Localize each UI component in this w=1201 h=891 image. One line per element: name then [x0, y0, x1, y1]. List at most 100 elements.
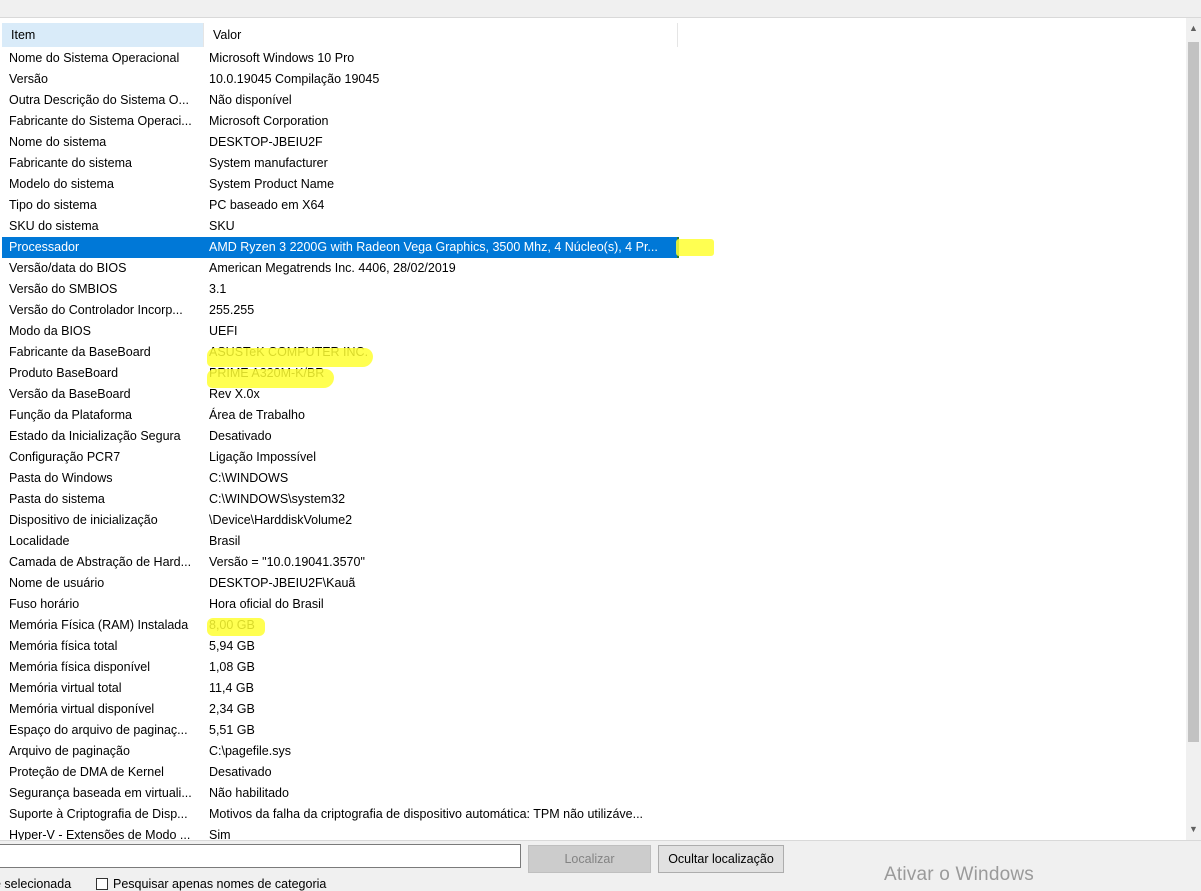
row-value-cell: C:\WINDOWS	[209, 471, 289, 485]
column-header-valor[interactable]: Valor	[203, 23, 678, 47]
row-item-cell: Localidade	[9, 534, 70, 548]
table-row[interactable]: Modo da BIOS UEFI	[2, 321, 678, 342]
row-item-cell: Memória virtual total	[9, 681, 122, 695]
row-value-cell: Rev X.0x	[209, 387, 260, 401]
table-row[interactable]: Estado da Inicialização Segura Desativado	[2, 426, 678, 447]
row-value-cell: PRIME A320M-K/BR	[209, 366, 325, 380]
row-item-cell: Memória física total	[9, 639, 118, 653]
table-row[interactable]: Suporte à Criptografia de Disp... Motivos…	[2, 804, 678, 825]
vertical-scrollbar[interactable]: ▲ ▼	[1186, 18, 1201, 840]
table-row[interactable]: Dispositivo de inicialização \Device\Hard…	[2, 510, 678, 531]
row-item-cell: Suporte à Criptografia de Disp...	[9, 807, 188, 821]
table-row[interactable]: Versão 10.0.19045 Compilação 19045	[2, 69, 678, 90]
row-item-cell: Pasta do sistema	[9, 492, 105, 506]
row-item-cell: Versão	[9, 72, 48, 86]
table-row[interactable]: Fabricante da BaseBoard ASUSTeK COMPUTER …	[2, 342, 678, 363]
row-item-cell: Nome do Sistema Operacional	[9, 51, 180, 65]
row-value-cell: System manufacturer	[209, 156, 328, 170]
table-row[interactable]: Hyper-V - Extensões de Modo ... Sim	[2, 825, 678, 841]
row-value-cell: C:\pagefile.sys	[209, 744, 291, 758]
row-value-cell: PC baseado em X64	[209, 198, 325, 212]
category-names-only-checkbox[interactable]	[96, 878, 108, 890]
row-item-cell: Versão/data do BIOS	[9, 261, 127, 275]
row-value-cell: 255.255	[209, 303, 255, 317]
row-value-cell: Brasil	[209, 534, 241, 548]
table-row[interactable]: Função da Plataforma Área de Trabalho	[2, 405, 678, 426]
table-row[interactable]: Espaço do arquivo de paginaç... 5,51 GB	[2, 720, 678, 741]
row-value-cell: 11,4 GB	[209, 681, 254, 695]
row-value-cell: Hora oficial do Brasil	[209, 597, 324, 611]
row-item-cell: Arquivo de paginação	[9, 744, 130, 758]
row-item-cell: Produto BaseBoard	[9, 366, 119, 380]
row-item-cell: Estado da Inicialização Segura	[9, 429, 181, 443]
column-header-item[interactable]: Item	[2, 23, 203, 47]
table-row[interactable]: Nome do sistema DESKTOP-JBEIU2F	[2, 132, 678, 153]
table-row[interactable]: Memória virtual disponível 2,34 GB	[2, 699, 678, 720]
row-item-cell: Segurança baseada em virtuali...	[9, 786, 192, 800]
row-value-cell: 5,94 GB	[209, 639, 255, 653]
category-names-only-label[interactable]: Pesquisar apenas nomes de categoria	[113, 877, 326, 891]
table-row[interactable]: Arquivo de paginação C:\pagefile.sys	[2, 741, 678, 762]
scroll-down-icon[interactable]: ▼	[1186, 821, 1201, 838]
table-row[interactable]: Fabricante do sistema System manufacturer	[2, 153, 678, 174]
table-row[interactable]: Processador AMD Ryzen 3 2200G with Radeon…	[2, 237, 679, 258]
find-input[interactable]	[0, 844, 521, 868]
table-row[interactable]: Memória virtual total 11,4 GB	[2, 678, 678, 699]
hide-find-button[interactable]: Ocultar localização	[658, 845, 784, 873]
row-value-cell: 5,51 GB	[209, 723, 255, 737]
table-row[interactable]: Nome de usuário DESKTOP-JBEIU2F\Kauã	[2, 573, 678, 594]
row-item-cell: Pasta do Windows	[9, 471, 113, 485]
row-item-cell: Proteção de DMA de Kernel	[9, 765, 164, 779]
table-row[interactable]: Versão da BaseBoard Rev X.0x	[2, 384, 678, 405]
table-row[interactable]: Modelo do sistema System Product Name	[2, 174, 678, 195]
row-value-cell: Microsoft Corporation	[209, 114, 329, 128]
table-row[interactable]: Localidade Brasil	[2, 531, 678, 552]
table-row[interactable]: Memória Física (RAM) Instalada 8,00 GB	[2, 615, 678, 636]
table-row[interactable]: Proteção de DMA de Kernel Desativado	[2, 762, 678, 783]
row-value-cell: Desativado	[209, 429, 272, 443]
table-row[interactable]: Fuso horário Hora oficial do Brasil	[2, 594, 678, 615]
table-row[interactable]: Fabricante do Sistema Operaci... Microsof…	[2, 111, 678, 132]
row-value-cell: ASUSTeK COMPUTER INC.	[209, 345, 369, 359]
row-value-cell: 2,34 GB	[209, 702, 255, 716]
table-row[interactable]: Segurança baseada em virtuali... Não habi…	[2, 783, 678, 804]
row-value-cell: Motivos da falha da criptografia de disp…	[209, 807, 644, 821]
table-row[interactable]: Pasta do sistema C:\WINDOWS\system32	[2, 489, 678, 510]
row-value-cell: DESKTOP-JBEIU2F	[209, 135, 323, 149]
row-item-cell: Versão da BaseBoard	[9, 387, 131, 401]
table-row[interactable]: Memória física total 5,94 GB	[2, 636, 678, 657]
find-button[interactable]: Localizar	[528, 845, 651, 873]
table-row[interactable]: Outra Descrição do Sistema O... Não dispo…	[2, 90, 678, 111]
row-item-cell: Memória virtual disponível	[9, 702, 155, 716]
row-value-cell: Microsoft Windows 10 Pro	[209, 51, 355, 65]
table-row[interactable]: Tipo do sistema PC baseado em X64	[2, 195, 678, 216]
table-row[interactable]: Produto BaseBoard PRIME A320M-K/BR	[2, 363, 678, 384]
row-value-cell: 3.1	[209, 282, 227, 296]
table-row[interactable]: Versão do SMBIOS 3.1	[2, 279, 678, 300]
row-item-cell: Fabricante do sistema	[9, 156, 132, 170]
row-value-cell: C:\WINDOWS\system32	[209, 492, 346, 506]
table-row[interactable]: Versão do Controlador Incorp... 255.255	[2, 300, 678, 321]
scroll-up-icon[interactable]: ▲	[1186, 20, 1201, 37]
table-row[interactable]: Configuração PCR7 Ligação Impossível	[2, 447, 678, 468]
search-selected-category-label: e selecionada	[0, 877, 72, 891]
system-summary-list[interactable]: Item Valor Nome do Sistema Operacional Mi…	[0, 17, 1201, 841]
row-item-cell: Nome do sistema	[9, 135, 107, 149]
row-value-cell: Não disponível	[209, 93, 292, 107]
row-value-cell: Não habilitado	[209, 786, 289, 800]
table-row[interactable]: Memória física disponível 1,08 GB	[2, 657, 678, 678]
scrollbar-thumb[interactable]	[1188, 42, 1199, 742]
row-item-cell: Fabricante do Sistema Operaci...	[9, 114, 192, 128]
table-row[interactable]: Nome do Sistema Operacional Microsoft Win…	[2, 48, 678, 69]
row-value-cell: Sim	[209, 828, 231, 841]
row-item-cell: Nome de usuário	[9, 576, 105, 590]
table-row[interactable]: SKU do sistema SKU	[2, 216, 678, 237]
row-item-cell: Versão do Controlador Incorp...	[9, 303, 183, 317]
table-row[interactable]: Versão/data do BIOS American Megatrends I…	[2, 258, 678, 279]
row-item-cell: Processador	[9, 240, 80, 254]
row-value-cell: 10.0.19045 Compilação 19045	[209, 72, 380, 86]
table-row[interactable]: Pasta do Windows C:\WINDOWS	[2, 468, 678, 489]
row-item-cell: Memória Física (RAM) Instalada	[9, 618, 189, 632]
row-item-cell: Memória física disponível	[9, 660, 151, 674]
table-row[interactable]: Camada de Abstração de Hard... Versão = "…	[2, 552, 678, 573]
